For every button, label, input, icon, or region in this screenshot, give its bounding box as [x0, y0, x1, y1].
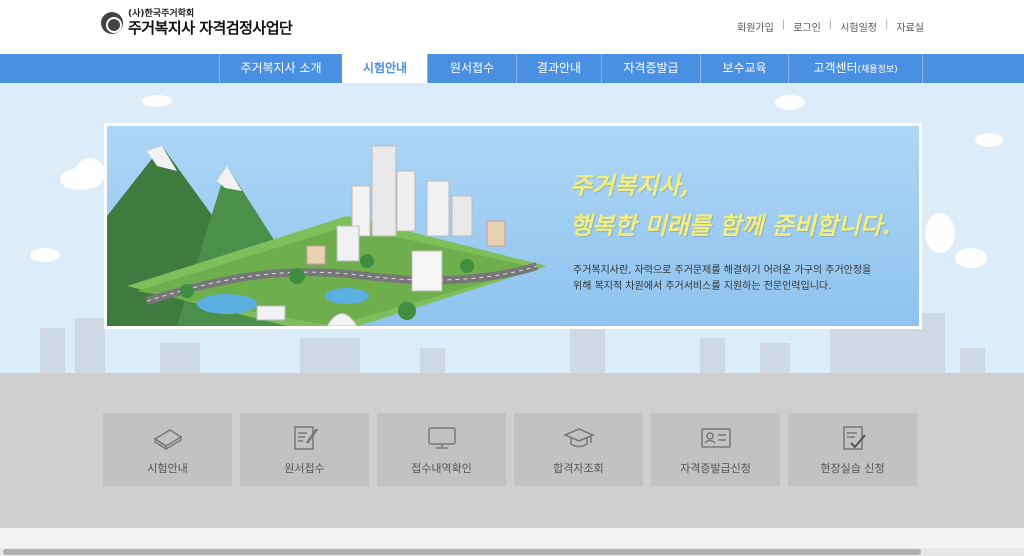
nav-item-education[interactable]: 보수교육 — [700, 54, 788, 83]
quick-pass-lookup-label: 합격자조회 — [553, 462, 604, 475]
quick-field-training-label: 현장실습 신청 — [820, 462, 885, 475]
hero-banner[interactable]: 주거복지사, 행복한 미래를 함께 준비합니다. 주거복지사란, 자력으로 주거… — [104, 123, 922, 329]
scrollbar-thumb[interactable] — [3, 549, 921, 555]
divider: | — [828, 19, 833, 30]
divider: | — [885, 19, 889, 30]
footer-band — [0, 528, 1024, 548]
quick-application-label: 원서접수 — [284, 462, 325, 475]
util-link-resources[interactable]: 자료실 — [896, 19, 924, 34]
divider: | — [781, 19, 786, 30]
horizontal-scrollbar[interactable] — [0, 548, 1024, 556]
building-silhouette — [160, 343, 200, 373]
banner-slogan-line2: 행복한 미래를 함께 준비합니다. — [570, 211, 891, 240]
hero-section: 주거복지사, 행복한 미래를 함께 준비합니다. 주거복지사란, 자력으로 주거… — [0, 83, 1024, 373]
monitor-icon — [427, 427, 456, 449]
nav-item-support[interactable]: 고객센터(채용정보) — [788, 54, 923, 83]
quick-exam-info[interactable]: 시험안내 — [103, 413, 232, 486]
building-silhouette — [300, 338, 360, 373]
building-silhouette — [420, 348, 445, 373]
form-pen-icon — [293, 426, 318, 450]
building-silhouette — [570, 328, 605, 373]
nav-item-results[interactable]: 결과안내 — [516, 54, 601, 83]
building-silhouette — [920, 313, 945, 373]
building-silhouette — [700, 338, 725, 373]
banner-description: 주거복지사란, 자력으로 주거문제를 해결하기 어려운 가구의 주거안정을 위해… — [573, 263, 871, 295]
quick-application[interactable]: 원서접수 — [240, 413, 369, 486]
banner-slogan-line1: 주거복지사, — [570, 171, 689, 200]
nav-item-application[interactable]: 원서접수 — [427, 54, 516, 83]
checklist-icon — [842, 426, 866, 450]
id-card-icon — [700, 428, 731, 448]
quick-field-training[interactable]: 현장실습 신청 — [788, 413, 917, 486]
util-link-signup[interactable]: 회원가입 — [737, 19, 774, 34]
quick-receipt-check[interactable]: 접수내역확인 — [377, 413, 506, 486]
cloud-decoration — [775, 95, 805, 110]
logo-title: 주거복지사 자격검정사업단 — [128, 19, 293, 37]
building-silhouette — [830, 328, 920, 373]
building-silhouette — [40, 328, 65, 373]
main-nav: 주거복지사 소개 시험안내 원서접수 결과안내 자격증발급 보수교육 고객센터(… — [0, 54, 1024, 83]
book-icon — [153, 429, 182, 451]
seal-icon — [101, 12, 123, 34]
cloud-decoration — [925, 213, 955, 253]
cloud-decoration — [30, 248, 60, 262]
nav-item-exam-info[interactable]: 시험안내 — [342, 54, 427, 83]
quick-receipt-check-label: 접수내역확인 — [411, 462, 472, 475]
site-header: (사)한국주거학회 주거복지사 자격검정사업단 회원가입 | 로그인 | 시험일… — [0, 0, 1024, 54]
util-link-login[interactable]: 로그인 — [793, 19, 821, 34]
util-link-schedule[interactable]: 시험일정 — [840, 19, 877, 34]
nav-item-support-label: 고객센터 — [813, 61, 858, 75]
nav-item-intro[interactable]: 주거복지사 소개 — [219, 54, 342, 83]
nav-item-certificate[interactable]: 자격증발급 — [601, 54, 700, 83]
site-logo[interactable]: (사)한국주거학회 주거복지사 자격검정사업단 — [101, 9, 293, 37]
banner-description-line2: 위해 복지적 차원에서 주거서비스를 지원하는 전문인력입니다. — [573, 281, 832, 292]
cloud-decoration — [75, 158, 105, 188]
building-silhouette — [760, 343, 790, 373]
quick-certificate-request[interactable]: 자격증발급신청 — [651, 413, 780, 486]
logo-org: (사)한국주거학회 — [128, 9, 195, 19]
quick-certificate-request-label: 자격증발급신청 — [680, 462, 751, 475]
cloud-decoration — [142, 95, 172, 107]
cloud-decoration — [975, 133, 1003, 147]
nav-item-support-suffix: (채용정보) — [857, 65, 898, 75]
quick-exam-info-label: 시험안내 — [147, 462, 188, 475]
cloud-decoration — [955, 248, 987, 268]
quick-pass-lookup[interactable]: 합격자조회 — [514, 413, 643, 486]
graduation-cap-icon — [562, 428, 595, 448]
building-silhouette — [960, 348, 985, 373]
city-illustration — [107, 145, 547, 326]
utility-links: 회원가입 | 로그인 | 시험일정 | 자료실 — [737, 19, 924, 34]
building-silhouette — [75, 318, 105, 373]
banner-description-line1: 주거복지사란, 자력으로 주거문제를 해결하기 어려운 가구의 주거안정을 — [573, 265, 872, 276]
